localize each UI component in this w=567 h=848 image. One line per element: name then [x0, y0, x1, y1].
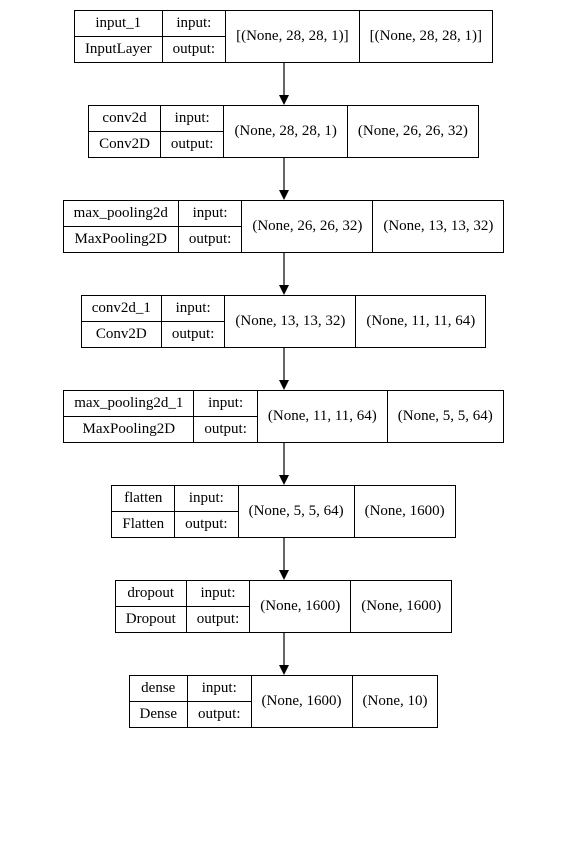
layer-node-input_1: input_1 InputLayer input: output: [(None…	[74, 10, 493, 63]
layer-name: max_pooling2d_1	[64, 391, 193, 417]
output-label: output:	[194, 417, 257, 442]
input-shape: (None, 13, 13, 32)	[225, 296, 356, 347]
layer-node-dropout: dropout Dropout input: output: (None, 16…	[115, 580, 452, 633]
layer-name: input_1	[75, 11, 162, 37]
model-architecture-diagram: input_1 InputLayer input: output: [(None…	[10, 10, 557, 728]
output-shape: (None, 11, 11, 64)	[356, 296, 485, 347]
layer-node-conv2d_1: conv2d_1 Conv2D input: output: (None, 13…	[81, 295, 487, 348]
layer-name: flatten	[112, 486, 174, 512]
input-shape: (None, 5, 5, 64)	[239, 486, 355, 537]
input-label: input:	[161, 106, 224, 132]
input-label: input:	[162, 296, 225, 322]
layer-node-conv2d: conv2d Conv2D input: output: (None, 28, …	[88, 105, 479, 158]
input-shape: (None, 1600)	[252, 676, 353, 727]
input-label: input:	[163, 11, 226, 37]
output-label: output:	[162, 322, 225, 347]
layer-name: conv2d_1	[82, 296, 161, 322]
output-shape: (None, 5, 5, 64)	[388, 391, 503, 442]
input-shape: (None, 28, 28, 1)	[224, 106, 347, 157]
layer-class: Flatten	[112, 512, 174, 537]
layer-class: MaxPooling2D	[64, 417, 193, 442]
layer-node-max_pooling2d: max_pooling2d MaxPooling2D input: output…	[63, 200, 505, 253]
output-shape: (None, 10)	[353, 676, 438, 727]
layer-class: InputLayer	[75, 37, 162, 62]
layer-name: max_pooling2d	[64, 201, 178, 227]
output-label: output:	[161, 132, 224, 157]
layer-class: MaxPooling2D	[64, 227, 178, 252]
layer-name: dense	[130, 676, 188, 702]
input-label: input:	[179, 201, 242, 227]
arrow-icon	[277, 253, 291, 295]
output-label: output:	[188, 702, 251, 727]
output-shape: (None, 26, 26, 32)	[348, 106, 478, 157]
output-shape: [(None, 28, 28, 1)]	[360, 11, 492, 62]
layer-name: dropout	[116, 581, 186, 607]
layer-node-flatten: flatten Flatten input: output: (None, 5,…	[111, 485, 455, 538]
input-shape: (None, 11, 11, 64)	[258, 391, 388, 442]
arrow-icon	[277, 443, 291, 485]
arrow-icon	[277, 538, 291, 580]
input-shape: (None, 1600)	[250, 581, 351, 632]
arrow-icon	[277, 63, 291, 105]
input-label: input:	[175, 486, 238, 512]
layer-node-max_pooling2d_1: max_pooling2d_1 MaxPooling2D input: outp…	[63, 390, 504, 443]
output-label: output:	[175, 512, 238, 537]
layer-node-dense: dense Dense input: output: (None, 1600) …	[129, 675, 439, 728]
input-shape: [(None, 28, 28, 1)]	[226, 11, 359, 62]
output-shape: (None, 13, 13, 32)	[373, 201, 503, 252]
input-label: input:	[188, 676, 251, 702]
arrow-icon	[277, 158, 291, 200]
arrow-icon	[277, 633, 291, 675]
input-label: input:	[187, 581, 250, 607]
output-label: output:	[187, 607, 250, 632]
arrow-icon	[277, 348, 291, 390]
input-label: input:	[194, 391, 257, 417]
layer-class: Dropout	[116, 607, 186, 632]
output-shape: (None, 1600)	[355, 486, 455, 537]
output-label: output:	[179, 227, 242, 252]
layer-class: Conv2D	[82, 322, 161, 347]
layer-class: Dense	[130, 702, 188, 727]
output-label: output:	[163, 37, 226, 62]
layer-name: conv2d	[89, 106, 160, 132]
layer-class: Conv2D	[89, 132, 160, 157]
input-shape: (None, 26, 26, 32)	[242, 201, 373, 252]
output-shape: (None, 1600)	[351, 581, 451, 632]
